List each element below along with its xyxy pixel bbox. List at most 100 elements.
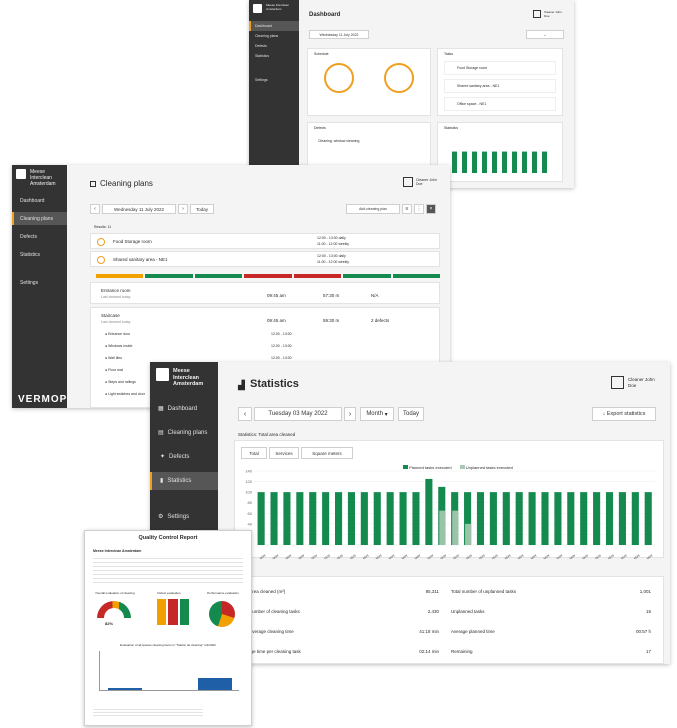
sidebar-item-defects[interactable]: Defects [12,230,67,243]
status-strip [96,274,440,278]
date-selector[interactable]: Wednesday 11 July 2022 [102,204,176,214]
x-tick-label: 16 May [449,553,460,559]
mini-bar [452,151,457,173]
bar-planned [502,492,510,545]
bar-planned [322,492,330,545]
chevron-down-icon: ▾ [384,411,388,418]
report-bottom-title: Evaluation of all spaces cleaning items … [120,643,216,647]
dashboard-icon: ▦ [158,406,164,413]
sub-item[interactable]: ● Entrance door [105,332,130,336]
list-view-button[interactable]: ≡ [402,204,412,214]
sidebar-item-cleaning-plans[interactable]: Cleaning plans [249,31,299,41]
bar-planned [283,492,291,545]
bar-planned [554,492,562,545]
sidebar-item-defects[interactable]: Defects [249,41,299,51]
task-item[interactable]: Office space - NE1 [444,97,556,111]
stats-right-0: Total number of unplanned tasks 1,001 [451,589,651,594]
next-day-button[interactable]: › [178,204,188,214]
bar-planned [296,492,304,545]
x-tick-label: 10 May [372,553,383,559]
bar-planned [386,492,394,545]
schedule-ring-left [324,63,354,93]
status-segment [343,274,391,278]
sub-item[interactable]: ● Floor mat [105,368,123,372]
sidebar-brand: Meese Interclean Amsterdam [150,362,218,394]
sub-item[interactable]: ● Windows inside [105,344,132,348]
status-segment [96,274,144,278]
page-title: Cleaning plans [100,179,153,188]
filter-square-meters[interactable]: Square meters [301,447,353,459]
sidebar-item-settings[interactable]: Settings [12,276,67,289]
report-section: Performance evaluation [207,591,239,595]
avatar-icon [533,10,541,18]
mini-bar [462,151,467,173]
sidebar-item-settings[interactable]: ⚙ Settings [150,508,218,526]
today-button[interactable]: Today [398,407,424,421]
export-statistics-button[interactable]: ↓ Export statistics [592,407,656,421]
bar-unplanned [452,510,459,545]
next-day-button[interactable]: › [344,407,356,421]
date-selector[interactable]: Tuesday 03 May 2022 [254,407,342,421]
close-button[interactable]: × [426,204,436,214]
plan-row[interactable]: Food Storage room 12:00 - 13:00 daily 11… [90,233,440,249]
filter-button[interactable]: ⋮ [414,204,424,214]
sidebar-item-dashboard[interactable]: Dashboard [249,21,299,31]
status-segment [194,274,243,278]
period-select[interactable]: Month ▾ [360,407,394,421]
sidebar-item-dashboard[interactable]: Dashboard [12,194,67,207]
plan-status-icon [97,238,105,246]
statistics-icon: ▮ [160,478,164,485]
sidebar-item-dashboard[interactable]: ▦ Dashboard [150,400,218,418]
bar-planned [489,492,497,545]
sidebar-item-defects[interactable]: ✦ Defects [150,448,218,466]
filter-total[interactable]: Total [241,447,267,459]
bar-planned [412,492,420,545]
x-tick-label: 18 May [475,553,486,559]
brand-logo-icon [253,4,262,13]
statistics-widget: Statistics [437,122,563,182]
prev-day-button[interactable]: ‹ [90,204,100,214]
sidebar-item-statistics[interactable]: Statistics [249,51,299,61]
x-tick-label: 14 May [423,553,434,559]
x-tick-label: 21 May [514,553,525,559]
statistics-bar-chart: 02040608010012014001 May02 May03 May04 M… [245,469,655,559]
date-selector[interactable]: Wednesday 11 July 2022 [309,30,369,39]
sidebar-item-cleaning-plans[interactable]: ▤ Cleaning plans [150,424,218,442]
brand-logo-icon [16,169,26,179]
sidebar-item-cleaning-plans[interactable]: Cleaning plans [12,212,67,225]
stats-right-3: Remaining 17 [451,649,651,654]
sidebar-item-statistics[interactable]: ▮ Statistics [150,471,218,490]
add-cleaning-plan-button[interactable]: Add cleaning plan [346,204,400,214]
plan-row[interactable]: Shared sanitary area - NE1 12:00 - 13:00… [90,251,440,267]
sidebar-item-statistics[interactable]: Statistics [12,248,67,261]
mini-bar [532,151,537,173]
sub-item[interactable]: ● Wall tiles [105,356,122,360]
bar-planned [309,492,317,545]
sidebar-item-settings[interactable]: Settings [249,75,299,85]
add-button[interactable]: + [526,30,564,39]
prev-day-button[interactable]: ‹ [238,407,252,421]
filter-services[interactable]: Services [269,447,299,459]
bar-planned [335,492,343,545]
report-company: Meese Interclean Amsterdam [93,549,142,553]
brand-name: Meese Interclean Amsterdam [30,169,56,187]
x-tick-label: 06 May [320,553,331,559]
bar-planned [257,492,265,545]
report-title: Quality Control Report [138,535,198,541]
today-button[interactable]: Today [190,204,214,214]
sub-item[interactable]: ● Steps and railings [105,380,136,384]
mini-bar [522,151,527,173]
x-tick-label: 13 May [410,553,421,559]
task-item[interactable]: Shared sanitary area - NE1 [444,79,556,93]
detail-card[interactable]: Entrance room Last cleaned today 09:45 a… [90,282,440,304]
bar-planned [399,492,407,545]
settings-icon: ⚙ [158,514,164,521]
mini-bar [542,151,547,173]
calendar-icon [90,181,96,187]
task-item[interactable]: Food Storage room [444,61,556,75]
x-tick-label: 30 May [630,553,641,559]
x-tick-label: 17 May [462,553,473,559]
sub-item[interactable]: ● Light switches and door [105,392,145,396]
x-tick-label: 04 May [294,553,305,559]
y-tick-label: 140 [245,469,252,474]
